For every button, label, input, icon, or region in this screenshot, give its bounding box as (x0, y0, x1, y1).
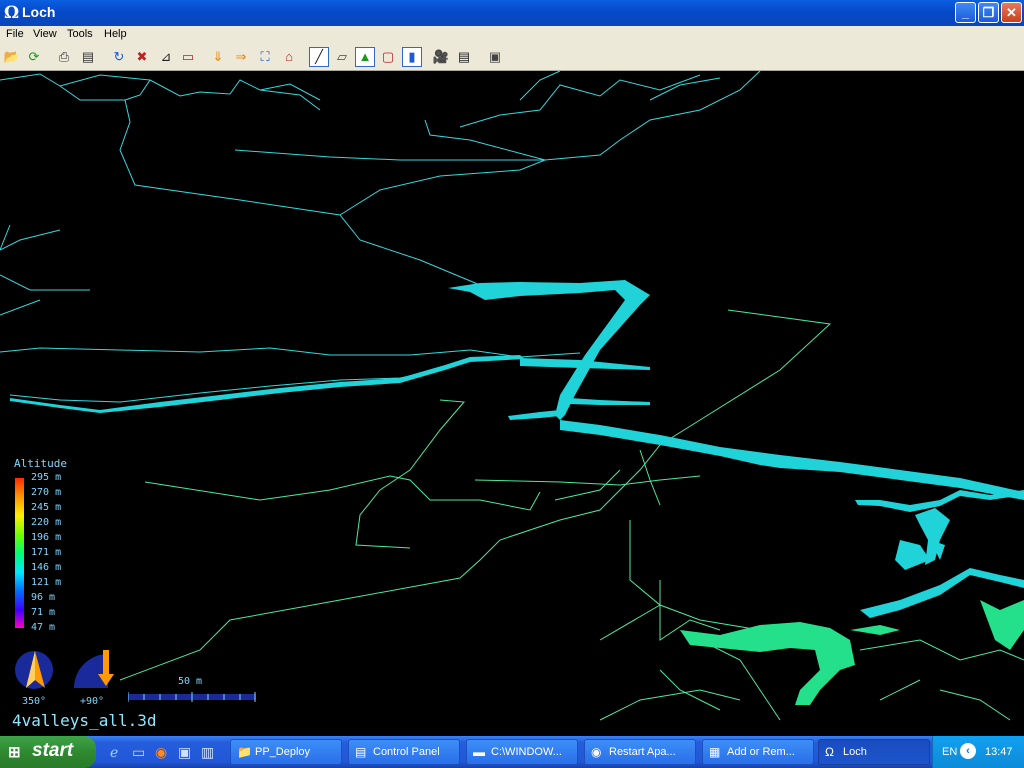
legend-label: 220 m (31, 517, 62, 528)
clock: 13:47 (985, 746, 1013, 758)
compass-heading: 350° (22, 696, 47, 707)
scale-bar (128, 692, 256, 702)
task-loch[interactable]: Ω Loch (818, 739, 930, 765)
console-icon: ▬ (473, 745, 485, 759)
plan-view-icon[interactable]: ⊿ (157, 48, 175, 66)
fullscreen-icon[interactable]: ▣ (486, 48, 504, 66)
legend-label: 270 m (31, 487, 62, 498)
menu-view[interactable]: View (33, 28, 57, 40)
surface-icon[interactable]: ▲ (355, 47, 375, 67)
open-folder-icon[interactable]: 📂 (3, 48, 21, 66)
language-indicator[interactable]: EN (942, 746, 957, 758)
add-remove-icon: ▦ (709, 745, 721, 759)
box-icon[interactable]: ▢ (379, 48, 397, 66)
compass-icon (15, 651, 53, 689)
clino-icon[interactable] (69, 650, 114, 688)
control-panel-icon: ▤ (355, 745, 367, 759)
cave-render (0, 71, 1024, 721)
ie-icon[interactable]: ℯ (110, 744, 118, 761)
centerline-green (119, 309, 1024, 721)
rotate-stop-icon[interactable]: ✖ (133, 48, 151, 66)
3d-view[interactable]: Altitude 295 m 270 m 245 m 220 m 196 m 1… (0, 71, 1024, 736)
legend-label: 196 m (31, 532, 62, 543)
clino-tilt: +90° (80, 696, 105, 707)
fit-view-icon[interactable]: ⛶ (256, 48, 274, 66)
walls-cyan (10, 280, 1024, 618)
minimize-button[interactable]: _ (955, 2, 976, 23)
menu-tools[interactable]: Tools (67, 28, 93, 40)
legend-title: Altitude (14, 457, 67, 470)
menu-bar: File View Tools Help (0, 26, 1024, 44)
task-control-panel[interactable]: ▤ Control Panel (348, 739, 460, 765)
legend-label: 245 m (31, 502, 62, 513)
east-view-icon[interactable]: ⇒ (232, 48, 250, 66)
compass-clino-icons (15, 650, 114, 689)
firefox-icon: ◉ (591, 745, 602, 759)
task-restart-apache[interactable]: ◉ Restart Apa... (584, 739, 696, 765)
legend-label: 171 m (31, 547, 62, 558)
legend-label: 146 m (31, 562, 62, 573)
walkthrough-icon[interactable]: 🎥 (432, 48, 450, 66)
show-desktop-icon[interactable]: ▥ (201, 744, 214, 761)
explorer-icon[interactable]: ▭ (132, 744, 145, 761)
stereo-icon[interactable]: ▭ (179, 48, 197, 66)
menu-help[interactable]: Help (104, 28, 127, 40)
legend-label: 295 m (31, 472, 62, 483)
color-scale-icon[interactable]: ▮ (402, 47, 422, 67)
details-icon[interactable]: ▤ (455, 48, 473, 66)
legend-label: 121 m (31, 577, 62, 588)
legend-label: 71 m (31, 607, 56, 618)
legend-label: 47 m (31, 622, 56, 633)
windows-flag-icon: ⊞ (8, 744, 21, 761)
close-button[interactable]: ✕ (1001, 2, 1022, 23)
print-icon[interactable]: ⎙ (55, 48, 73, 66)
tray-expand-icon[interactable]: ‹ (960, 743, 976, 759)
task-add-remove[interactable]: ▦ Add or Rem... (702, 739, 814, 765)
legend-label: 96 m (31, 592, 56, 603)
start-button[interactable]: ⊞ start (0, 736, 96, 768)
down-view-icon[interactable]: ⇓ (209, 48, 227, 66)
maximize-button[interactable]: ❐ (978, 2, 999, 23)
walls-icon[interactable]: ▱ (333, 48, 351, 66)
print-setup-icon[interactable]: ▤ (79, 48, 97, 66)
omega-icon: Ω (4, 3, 20, 23)
title-bar: Ω Loch _ ❐ ✕ (0, 0, 1024, 26)
omega-icon: Ω (825, 745, 834, 759)
menu-file[interactable]: File (6, 28, 24, 40)
media-icon[interactable]: ▣ (178, 744, 191, 761)
walls-green (680, 600, 1024, 705)
toolbar: 📂 ⟳ ⎙ ▤ ↻ ✖ ⊿ ▭ ⇓ ⇒ ⛶ ⌂ ╱ ▱ ▲ ▢ ▮ 🎥 ▤ ▣ (0, 44, 1024, 71)
system-tray: EN ‹ 13:47 (932, 736, 1024, 768)
taskbar: ⊞ start ℯ ▭ ◉ ▣ ▥ 📁 PP_Deploy ▤ Control … (0, 736, 1024, 768)
file-name: 4valleys_all.3d (12, 711, 157, 730)
centerline-icon[interactable]: ╱ (309, 47, 329, 67)
task-console[interactable]: ▬ C:\WINDOW... (466, 739, 578, 765)
reload-icon[interactable]: ⟳ (25, 48, 43, 66)
folder-icon: 📁 (237, 745, 252, 759)
altitude-colorbar (15, 478, 24, 628)
centerline-cyan (0, 71, 761, 403)
scale-label: 50 m (178, 676, 203, 687)
home-view-icon[interactable]: ⌂ (280, 48, 298, 66)
task-pp-deploy[interactable]: 📁 PP_Deploy (230, 739, 342, 765)
window-title: Loch (22, 4, 56, 20)
rotate-icon[interactable]: ↻ (110, 48, 128, 66)
firefox-icon[interactable]: ◉ (155, 744, 167, 761)
